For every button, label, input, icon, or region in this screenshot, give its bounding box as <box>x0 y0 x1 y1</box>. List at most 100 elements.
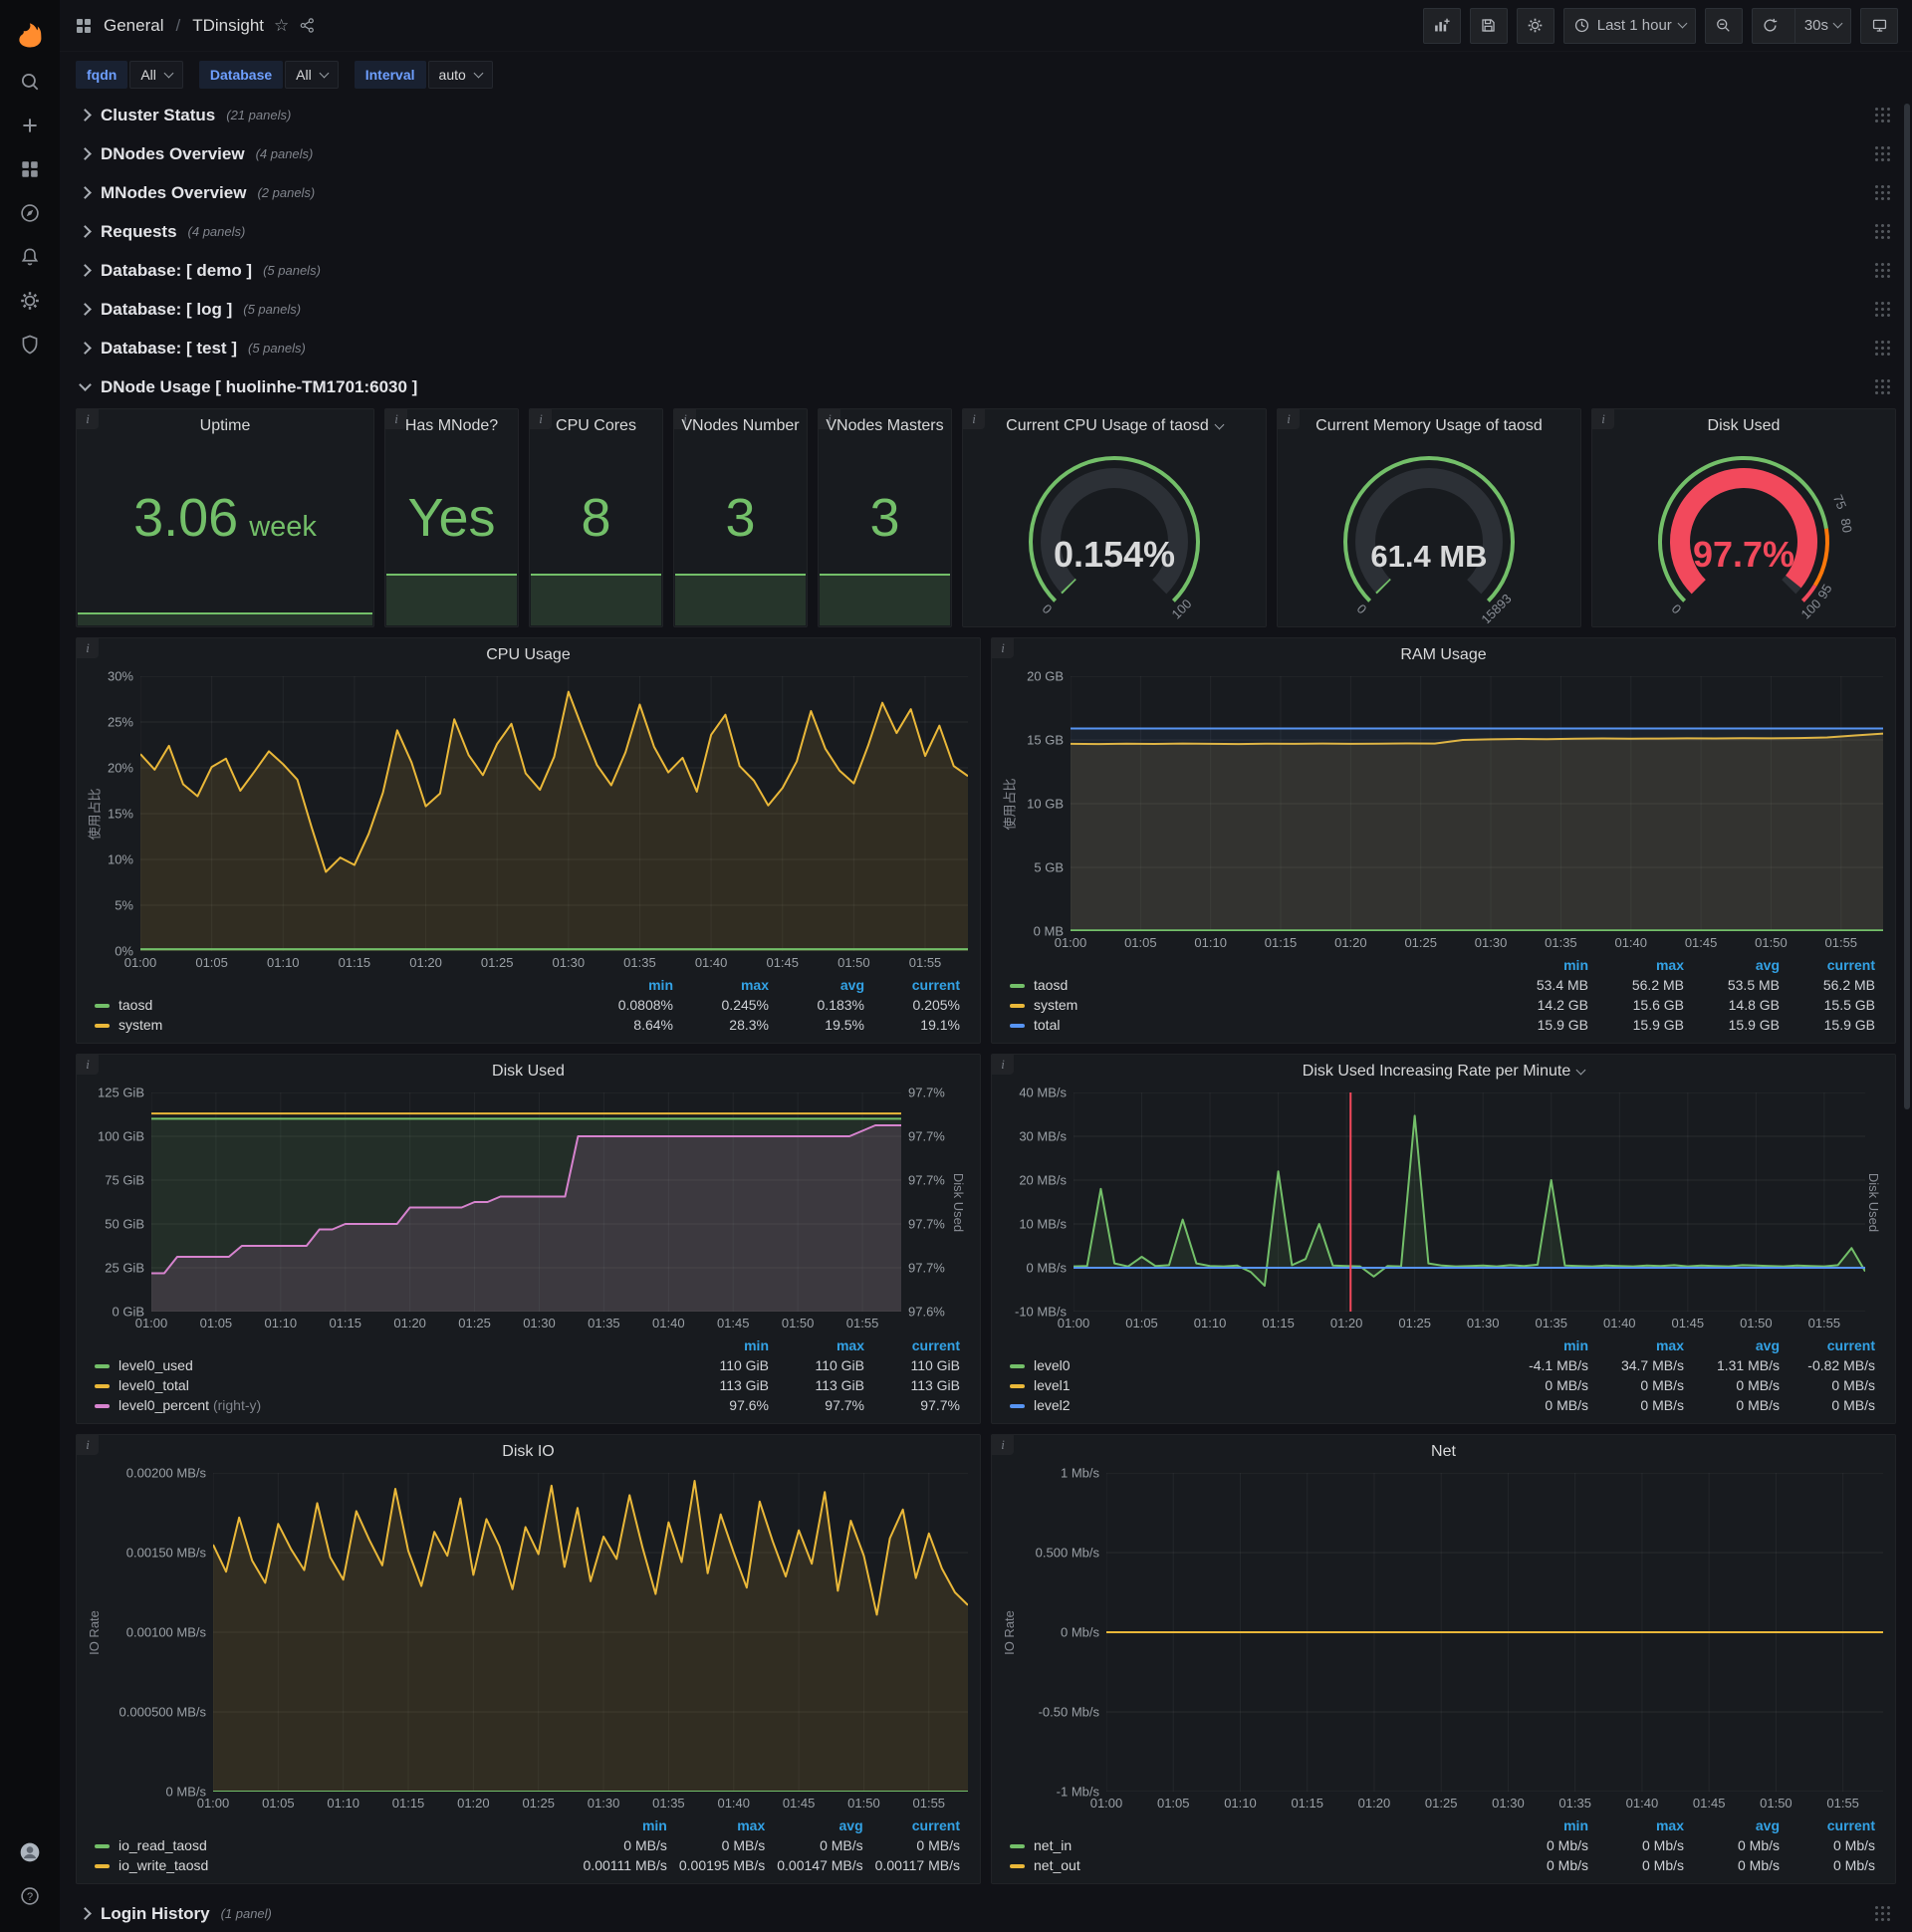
zoom-out-button[interactable] <box>1704 7 1743 44</box>
panel-header[interactable]: i Disk IO <box>77 1435 980 1469</box>
legend-col-header[interactable]: min <box>1499 955 1594 975</box>
add-panel-button[interactable] <box>1422 7 1461 44</box>
panel-info-icon[interactable]: i <box>674 409 696 429</box>
scrollbar-thumb[interactable] <box>1904 104 1910 1109</box>
panel-info-icon[interactable]: i <box>992 1055 1014 1075</box>
legend-col-header[interactable]: current <box>1786 955 1881 975</box>
panel-info-icon[interactable]: i <box>77 1435 99 1455</box>
grafana-logo[interactable] <box>7 8 53 60</box>
legend-series-name[interactable]: level0_percent <box>119 1397 209 1413</box>
row-requests[interactable]: Requests (4 panels) <box>76 212 1896 251</box>
legend-series-name[interactable]: level1 <box>1034 1377 1071 1393</box>
user-avatar[interactable] <box>7 1830 53 1874</box>
row-dnode-usage[interactable]: DNode Usage [ huolinhe-TM1701:6030 ] <box>76 367 1896 406</box>
panel-info-icon[interactable]: i <box>77 409 99 429</box>
legend-col-header[interactable]: avg <box>1690 955 1786 975</box>
variable-value-database[interactable]: All <box>285 61 339 89</box>
variable-value-fqdn[interactable]: All <box>129 61 183 89</box>
legend-col-header[interactable]: max <box>673 1815 771 1835</box>
explore-compass-icon[interactable] <box>7 191 53 235</box>
legend-col-header[interactable]: avg <box>775 975 870 995</box>
time-range-picker[interactable]: Last 1 hour <box>1562 7 1696 44</box>
legend-col-header[interactable]: min <box>1499 1815 1594 1835</box>
dashboards-icon[interactable] <box>7 147 53 191</box>
refresh-interval-select[interactable]: 30s <box>1793 8 1850 43</box>
row-mnodes-overview[interactable]: MNodes Overview (2 panels) <box>76 173 1896 212</box>
row-dnodes-overview[interactable]: DNodes Overview (4 panels) <box>76 134 1896 173</box>
row-drag-handle[interactable] <box>1875 145 1891 162</box>
panel-info-icon[interactable]: i <box>385 409 407 429</box>
row-drag-handle[interactable] <box>1875 184 1891 201</box>
panel-info-icon[interactable]: i <box>77 1055 99 1075</box>
panel-menu-caret-icon[interactable] <box>1214 419 1225 430</box>
legend-col-header[interactable]: avg <box>1690 1815 1786 1835</box>
refresh-button[interactable] <box>1753 9 1788 43</box>
help-icon[interactable]: ? <box>7 1874 53 1918</box>
legend-series-name[interactable]: level0 <box>1034 1357 1071 1373</box>
legend-col-header[interactable]: current <box>1786 1815 1881 1835</box>
row-drag-handle[interactable] <box>1875 223 1891 240</box>
configuration-gear-icon[interactable] <box>7 279 53 323</box>
legend-series-name[interactable]: net_out <box>1034 1857 1080 1873</box>
legend-series-name[interactable]: total <box>1034 1017 1060 1033</box>
legend-col-header[interactable]: current <box>870 1335 966 1355</box>
panel-info-icon[interactable]: i <box>819 409 840 429</box>
row-database-test[interactable]: Database: [ test ] (5 panels) <box>76 329 1896 367</box>
legend-col-header[interactable]: max <box>1594 1335 1690 1355</box>
panel-info-icon[interactable]: i <box>1592 409 1614 429</box>
save-dashboard-button[interactable] <box>1469 7 1508 44</box>
panel-header[interactable]: i Current CPU Usage of taosd <box>963 409 1266 443</box>
panel-header[interactable]: i Disk Used <box>77 1055 980 1088</box>
legend-series-name[interactable]: io_read_taosd <box>119 1837 207 1853</box>
row-login-history[interactable]: Login History (1 panel) <box>76 1894 1896 1932</box>
legend-col-header[interactable]: avg <box>771 1815 868 1835</box>
legend-series-name[interactable]: taosd <box>119 997 152 1013</box>
panel-header[interactable]: i VNodes Masters <box>819 409 951 443</box>
legend-series-name[interactable]: net_in <box>1034 1837 1072 1853</box>
row-drag-handle[interactable] <box>1875 301 1891 318</box>
legend-col-header[interactable]: avg <box>1690 1335 1786 1355</box>
legend-col-header[interactable]: min <box>679 1335 775 1355</box>
row-drag-handle[interactable] <box>1875 378 1891 395</box>
alerting-bell-icon[interactable] <box>7 235 53 279</box>
breadcrumb-title[interactable]: TDinsight <box>192 16 264 36</box>
panel-info-icon[interactable]: i <box>992 638 1014 658</box>
panel-header[interactable]: i Current Memory Usage of taosd <box>1278 409 1580 443</box>
panel-header[interactable]: i CPU Usage <box>77 638 980 672</box>
row-drag-handle[interactable] <box>1875 1905 1891 1922</box>
cycle-view-button[interactable] <box>1860 7 1898 44</box>
row-database-log[interactable]: Database: [ log ] (5 panels) <box>76 290 1896 329</box>
panel-info-icon[interactable]: i <box>77 638 99 658</box>
panel-header[interactable]: i Uptime <box>77 409 373 443</box>
panel-info-icon[interactable]: i <box>530 409 552 429</box>
row-drag-handle[interactable] <box>1875 262 1891 279</box>
dashboard-settings-button[interactable] <box>1516 7 1554 44</box>
legend-col-header[interactable]: min <box>584 975 679 995</box>
server-admin-shield-icon[interactable] <box>7 323 53 366</box>
panel-menu-caret-icon[interactable] <box>1575 1065 1586 1076</box>
row-cluster-status[interactable]: Cluster Status (21 panels) <box>76 96 1896 134</box>
legend-col-header[interactable]: min <box>1499 1335 1594 1355</box>
panel-header[interactable]: i VNodes Number <box>674 409 807 443</box>
row-drag-handle[interactable] <box>1875 107 1891 123</box>
panel-header[interactable]: i Disk Used <box>1592 409 1895 443</box>
legend-series-name[interactable]: level0_used <box>119 1357 193 1373</box>
legend-col-header[interactable]: current <box>870 975 966 995</box>
panel-info-icon[interactable]: i <box>992 1435 1014 1455</box>
legend-col-header[interactable]: max <box>1594 1815 1690 1835</box>
legend-series-name[interactable]: system <box>1034 997 1077 1013</box>
row-drag-handle[interactable] <box>1875 340 1891 357</box>
panel-header[interactable]: i RAM Usage <box>992 638 1895 672</box>
panel-header[interactable]: i Has MNode? <box>385 409 518 443</box>
panel-header[interactable]: i Net <box>992 1435 1895 1469</box>
legend-col-header[interactable]: current <box>869 1815 966 1835</box>
variable-value-interval[interactable]: auto <box>427 61 493 89</box>
create-plus-icon[interactable] <box>7 104 53 147</box>
legend-series-name[interactable]: level2 <box>1034 1397 1071 1413</box>
legend-col-header[interactable]: max <box>775 1335 870 1355</box>
legend-col-header[interactable]: min <box>578 1815 673 1835</box>
legend-series-name[interactable]: taosd <box>1034 977 1068 993</box>
panel-info-icon[interactable]: i <box>1278 409 1300 429</box>
panel-header[interactable]: i CPU Cores <box>530 409 662 443</box>
row-database-demo[interactable]: Database: [ demo ] (5 panels) <box>76 251 1896 290</box>
